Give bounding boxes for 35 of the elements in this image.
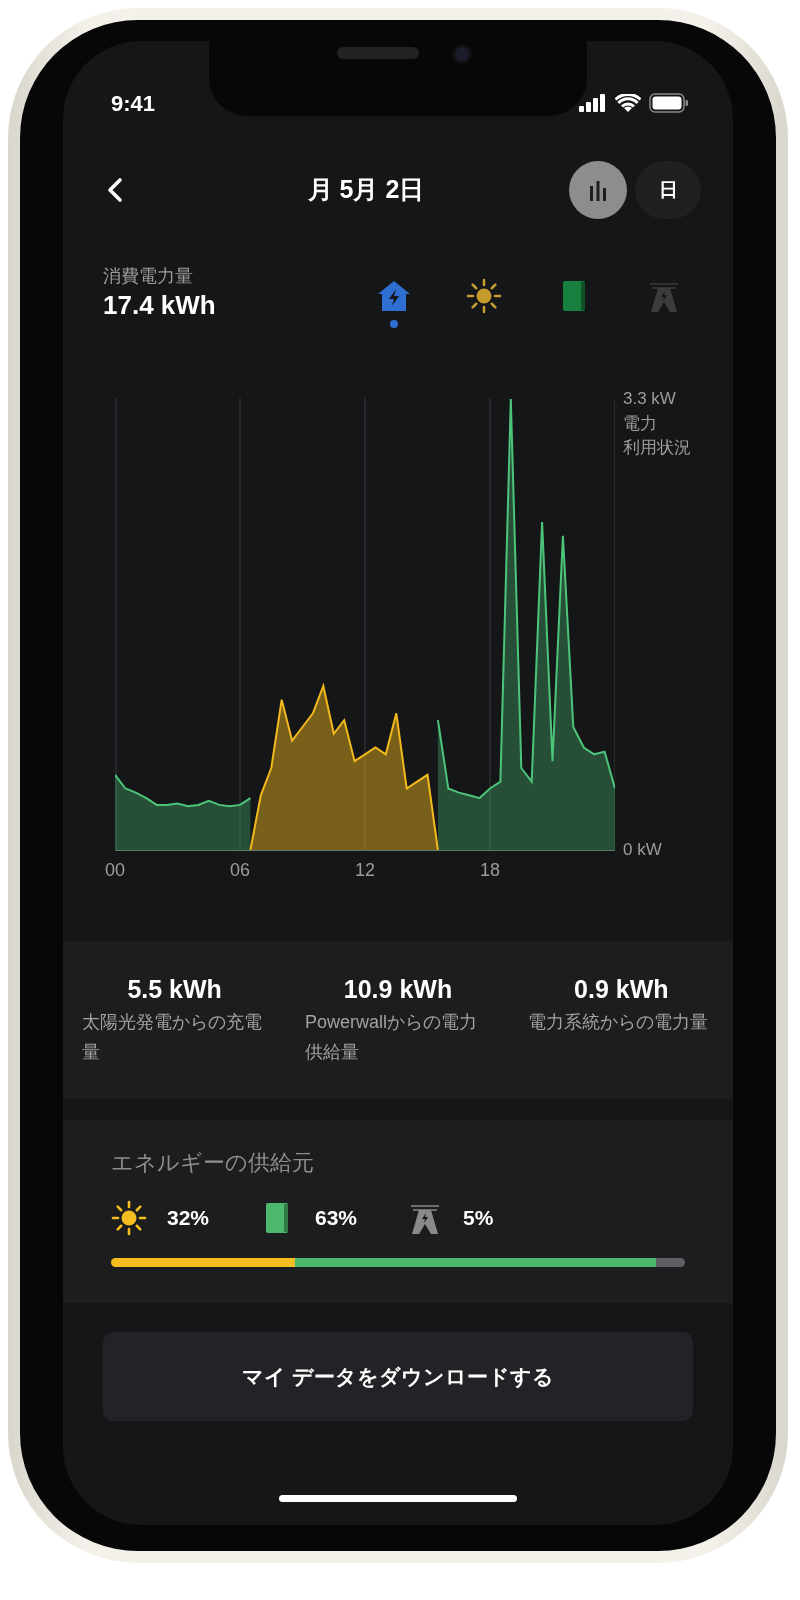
day-button[interactable]: 日 (635, 161, 701, 219)
camera-lens (452, 44, 472, 64)
stat-label: 太陽光発電からの充電量 (81, 1011, 263, 1064)
x-axis-label: 12 (355, 859, 375, 882)
bar-chart-icon (589, 180, 607, 201)
stat-value: 10.9 kWh (343, 974, 453, 1005)
download-button[interactable]: マイ データをダウンロードする (103, 1332, 693, 1421)
back-chevron-icon (107, 177, 123, 203)
sun-icon (466, 278, 502, 314)
date-title: 月 5月 2日 (306, 174, 426, 206)
section-title: エネルギーの供給元 (111, 1149, 315, 1177)
x-axis-label: 06 (230, 859, 250, 882)
y-axis-title: 電力利用状況 (623, 413, 692, 459)
percent-value: 32% (167, 1205, 210, 1232)
y-axis-label: 3.3 kW (623, 388, 676, 410)
chart-view-button[interactable] (569, 161, 627, 219)
summary-value: 17.4 kWh (103, 289, 216, 322)
summary-label: 消費電力量 (103, 265, 194, 288)
y-axis-label: 0 kW (623, 839, 662, 861)
stat-value: 0.9 kWh (574, 974, 669, 1005)
x-axis-label: 00 (105, 859, 125, 882)
back-button[interactable] (107, 177, 123, 203)
signal-icon (579, 94, 607, 112)
percent-value: 63% (315, 1205, 358, 1232)
stat-value: 5.5 kWh (127, 974, 222, 1005)
stat-label: 電力系統からの電力量 (528, 1011, 710, 1034)
x-axis-label: 18 (480, 859, 500, 882)
percent-value: 5% (463, 1205, 494, 1232)
house-bolt-icon (376, 278, 412, 314)
wifi-icon (615, 93, 641, 113)
status-time: 9:41 (111, 89, 156, 118)
stat-label: Powerwallからの電力供給量 (305, 1011, 478, 1064)
selected-dot (390, 320, 398, 328)
battery-status-icon (649, 93, 689, 113)
sun-icon (111, 1200, 147, 1236)
